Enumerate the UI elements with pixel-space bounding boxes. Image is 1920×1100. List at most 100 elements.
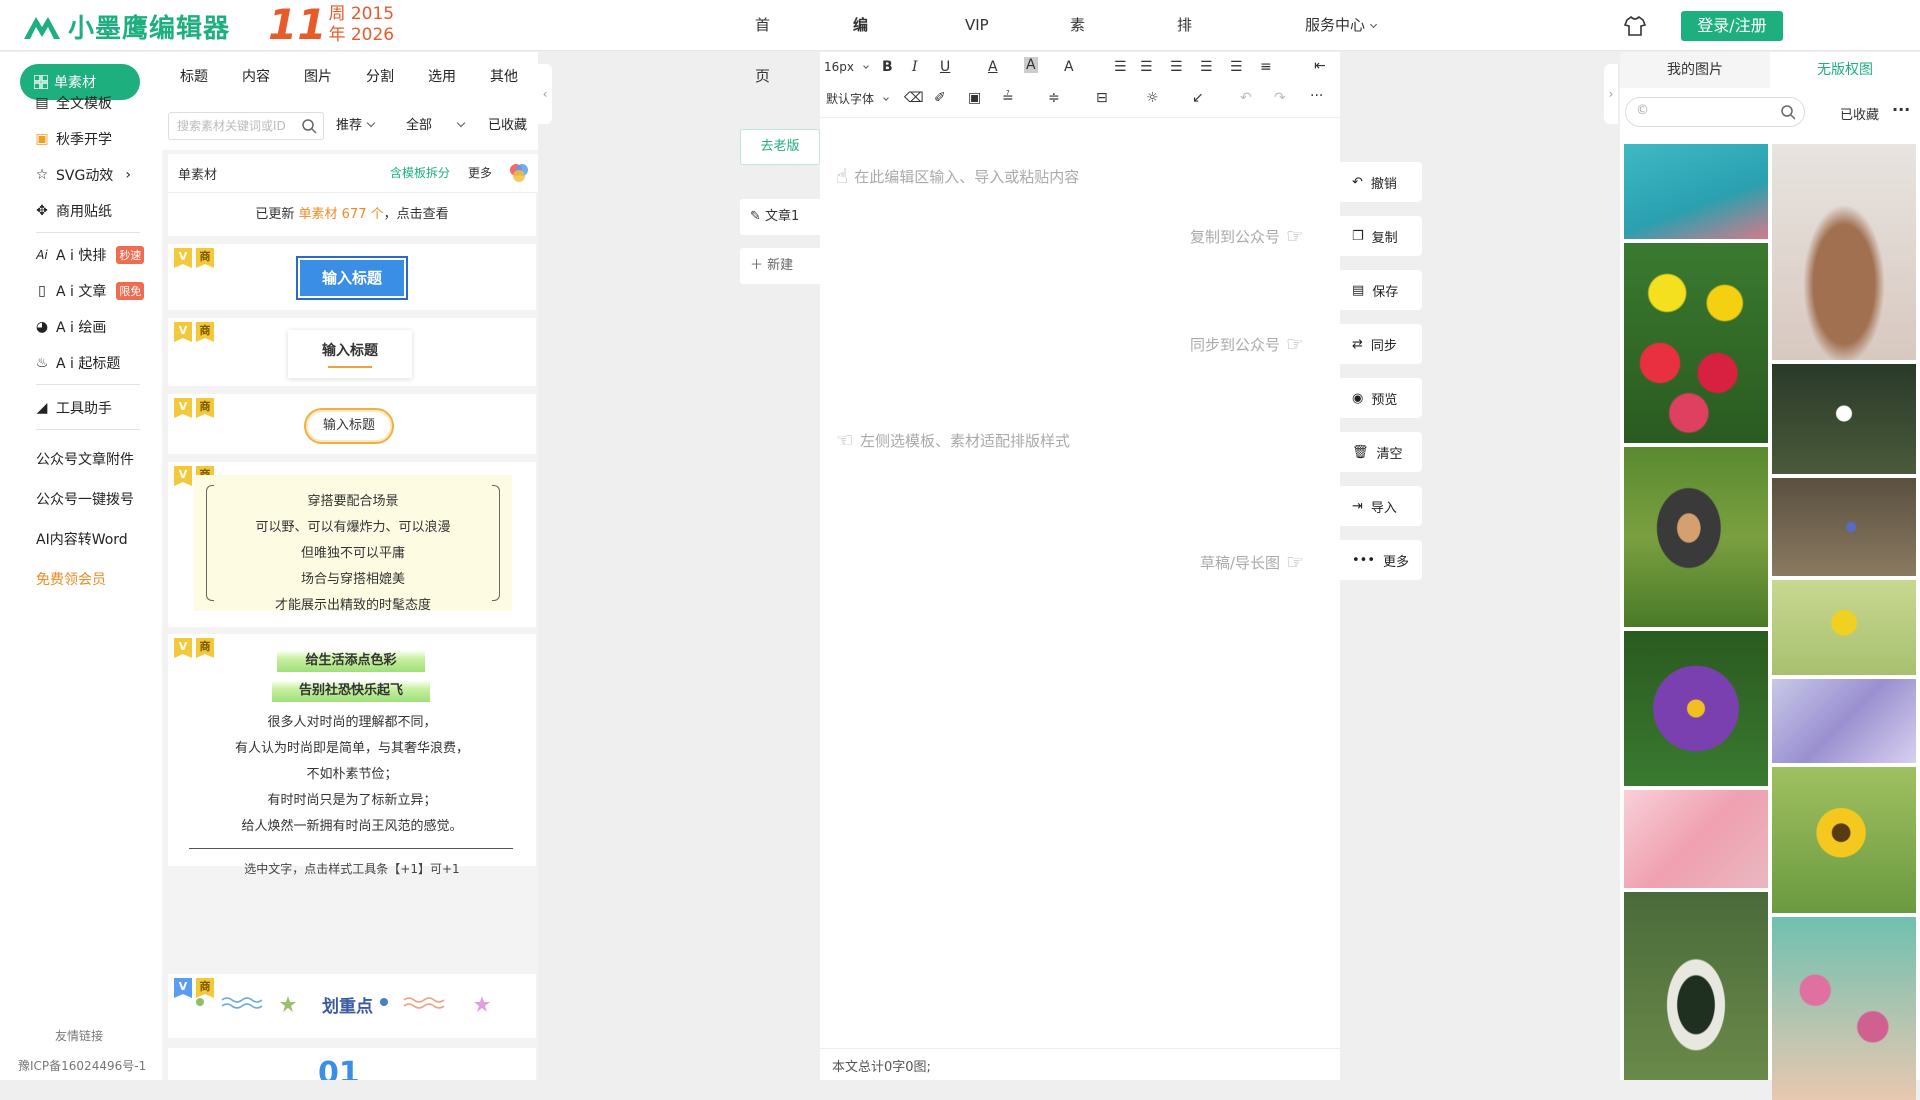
exit-icon[interactable]: ⇤ <box>1314 58 1326 74</box>
photo-tulips[interactable] <box>1624 243 1768 443</box>
sidebar-item-ai-article[interactable]: ▯ A i 文章 限免 <box>34 281 145 301</box>
photo-pink-blossom[interactable] <box>1624 790 1768 888</box>
preview-button[interactable]: ◉ 预览 <box>1340 378 1422 418</box>
photo-pink-tree[interactable] <box>1772 917 1916 1100</box>
align-left-icon[interactable]: ☰ <box>1114 59 1127 75</box>
font-color-icon[interactable]: A <box>988 59 998 75</box>
more-icon[interactable]: ··· <box>1310 88 1323 104</box>
sidebar-item-stickers[interactable]: ✥ 商用贴纸 <box>34 201 112 221</box>
nav-service[interactable]: 服务中心 <box>1305 0 1395 51</box>
line-height-icon[interactable]: ≡ <box>1260 59 1272 75</box>
undo-button[interactable]: ↶ 撤销 <box>1340 162 1422 202</box>
recommend-dropdown[interactable]: 推荐 <box>336 112 376 140</box>
editor-placeholder[interactable]: ☝ 在此编辑区输入、导入或粘贴内容 <box>836 164 1079 188</box>
redo-icon[interactable]: ↷ <box>1274 90 1286 106</box>
italic-icon[interactable]: I <box>912 59 918 75</box>
spacing-icon[interactable]: ≑ <box>1048 90 1060 106</box>
search-icon[interactable] <box>1780 104 1796 120</box>
text-style-icon[interactable]: A <box>1064 59 1074 75</box>
material-card[interactable]: V商 输入标题 <box>168 318 536 386</box>
material-card[interactable]: V商 输入标题 <box>168 394 536 454</box>
brand-logo[interactable]: 小墨鹰编辑器 <box>22 8 230 45</box>
material-card[interactable]: V商 给生活添点色彩 告别社恐快乐起飞 很多人对时尚的理解都不同， 有人认为时尚… <box>168 634 536 876</box>
photo-dried-flowers[interactable] <box>1772 144 1916 360</box>
clear-button[interactable]: 🗑 清空 <box>1340 432 1422 472</box>
format-brush-icon[interactable]: ✐ <box>934 90 946 106</box>
align-center-icon[interactable]: ☰ <box>1140 59 1153 75</box>
photo-sunflower[interactable] <box>1772 767 1916 913</box>
font-family-select[interactable]: 默认字体 <box>826 90 889 107</box>
friend-links[interactable]: 友情链接 <box>55 1027 103 1044</box>
sidebar-item-tools[interactable]: ◢ 工具助手 <box>34 398 112 418</box>
tab-selected[interactable]: 选用 <box>428 52 456 102</box>
more-button[interactable]: ••• 更多 <box>1340 540 1422 580</box>
sidebar-item-full-template[interactable]: ▤ 全文模板 <box>34 93 112 113</box>
photo-small-flower[interactable] <box>1772 478 1916 576</box>
tab-free-images[interactable]: 无版权图 <box>1770 52 1920 88</box>
material-card[interactable]: V商 输入标题 <box>168 244 536 310</box>
tab-other[interactable]: 其他 <box>490 52 518 102</box>
align-justify-icon[interactable]: ☰ <box>1200 59 1213 75</box>
tab-my-images[interactable]: 我的图片 <box>1620 52 1770 88</box>
skin-shirt-icon[interactable] <box>1623 14 1647 38</box>
bulb-icon[interactable]: ☼ <box>1146 90 1159 106</box>
eraser-icon[interactable]: ⌫ <box>904 90 924 106</box>
collected-filter[interactable]: 已收藏 <box>488 112 527 140</box>
document-tab[interactable]: ✎ 文章1 <box>740 199 820 235</box>
material-card[interactable]: V商 穿搭要配合场景 可以野、可以有爆炸力、可以浪漫 但唯独不可以平庸 场合与穿… <box>168 462 536 627</box>
photo-yellow-blossom[interactable] <box>1772 580 1916 675</box>
collapse-right-handle[interactable]: › <box>1604 64 1618 124</box>
tab-content[interactable]: 内容 <box>242 52 270 102</box>
sidebar-item-ai-paint[interactable]: ◕ A i 绘画 <box>34 317 106 337</box>
more-link[interactable]: 更多 <box>468 164 492 181</box>
category-dropdown[interactable]: 全部 <box>406 112 478 140</box>
tab-title[interactable]: 标题 <box>180 52 208 102</box>
color-palette-icon[interactable] <box>508 162 530 184</box>
old-version-button[interactable]: 去老版 <box>740 129 820 165</box>
font-size-select[interactable]: 16px <box>824 60 869 74</box>
photo-blossom-sky[interactable] <box>1624 144 1768 239</box>
material-search-input[interactable]: 搜索素材关键词或ID <box>168 112 324 140</box>
photo-man-grass[interactable] <box>1624 447 1768 627</box>
margin-icon[interactable]: ⊟ <box>1096 90 1108 106</box>
import-button[interactable]: ⇥ 导入 <box>1340 486 1422 526</box>
arrow-icon[interactable]: ↙ <box>1192 90 1204 106</box>
sidebar-item-svg[interactable]: ☆ SVG动效 › <box>34 165 131 185</box>
undo-icon[interactable]: ↶ <box>1240 90 1252 106</box>
login-button[interactable]: 登录/注册 <box>1681 11 1783 41</box>
tab-image[interactable]: 图片 <box>304 52 332 102</box>
sidebar-link-word[interactable]: AI内容转Word <box>36 529 128 549</box>
sidebar-item-ai-title[interactable]: ♨ A i 起标题 <box>34 353 121 373</box>
sidebar-link-attachment[interactable]: 公众号文章附件 <box>36 449 134 469</box>
more-options-icon[interactable]: ··· <box>1892 100 1910 119</box>
collected-images[interactable]: 已收藏 <box>1840 104 1879 123</box>
sidebar-link-dial[interactable]: 公众号一键拨号 <box>36 489 134 509</box>
sidebar-item-ai-layout[interactable]: Ai A i 快排 秒速 <box>34 245 145 265</box>
photo-snowdrops[interactable] <box>1772 364 1916 474</box>
image-search-input[interactable]: © <box>1625 97 1805 127</box>
background-color-icon[interactable]: A <box>1024 57 1038 73</box>
template-split-link[interactable]: 含模板拆分 <box>390 164 450 181</box>
divider-icon[interactable]: ≟ <box>1002 90 1014 106</box>
tab-divider[interactable]: 分割 <box>366 52 394 102</box>
search-icon[interactable] <box>301 118 317 134</box>
sidebar-item-autumn[interactable]: ▣ 秋季开学 <box>34 129 112 149</box>
copy-button[interactable]: ❐ 复制 <box>1340 216 1422 256</box>
image-icon[interactable]: ▣ <box>968 90 981 106</box>
photo-door[interactable] <box>1624 892 1768 1080</box>
sync-button[interactable]: ⇄ 同步 <box>1340 324 1422 364</box>
collapse-left-handle[interactable]: ‹ <box>538 64 552 124</box>
photo-purple-flower[interactable] <box>1624 631 1768 786</box>
nav-home[interactable]: 首页 <box>755 0 770 102</box>
underline-icon[interactable]: U <box>940 59 950 75</box>
sidebar-link-free-vip[interactable]: 免费领会员 <box>36 569 106 589</box>
material-card[interactable]: V商 划重点 <box>168 974 536 1038</box>
material-card[interactable]: 01 <box>168 1048 536 1080</box>
align-right-icon[interactable]: ☰ <box>1170 59 1183 75</box>
indent-icon[interactable]: ☰ <box>1230 59 1243 75</box>
photo-lilac[interactable] <box>1772 679 1916 763</box>
icp-number[interactable]: 豫ICP备16024496号-1 <box>18 1057 146 1074</box>
new-document-button[interactable]: ＋ 新建 <box>740 248 820 284</box>
update-notice[interactable]: 已更新 单素材 677 个，点击查看 <box>168 192 536 236</box>
bold-icon[interactable]: B <box>882 59 893 75</box>
